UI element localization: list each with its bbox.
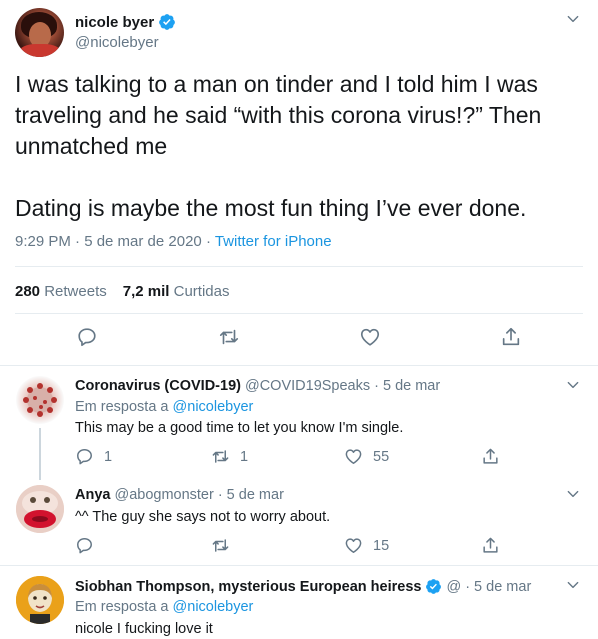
reply-handle[interactable]: @abogmonster (114, 487, 213, 503)
reply-tweet[interactable]: Siobhan Thompson, mysterious European he… (0, 566, 598, 639)
retweet-icon (212, 450, 229, 463)
reply-icon[interactable] (76, 326, 98, 348)
chevron-down-icon[interactable] (566, 578, 580, 592)
retweet-icon[interactable] (218, 326, 240, 348)
like-button[interactable]: 15 (344, 536, 389, 555)
retweets-stat[interactable]: 280 Retweets (15, 283, 107, 300)
reply-date[interactable]: · 5 de mar (218, 487, 284, 503)
reply-display-name[interactable]: Anya (75, 487, 110, 503)
avatar[interactable] (16, 485, 64, 533)
tweet-text: I was talking to a man on tinder and I t… (15, 71, 542, 221)
reply-header: Siobhan Thompson, mysterious European he… (75, 578, 531, 595)
reply-icon (77, 538, 92, 554)
reply-date[interactable]: · 5 de mar (374, 378, 440, 394)
reply-icon (77, 449, 92, 465)
like-icon (345, 449, 362, 464)
reply-handle[interactable]: @COVID19Speaks (245, 378, 370, 394)
chevron-down-icon[interactable] (566, 378, 580, 392)
share-button[interactable] (481, 447, 500, 466)
reply-text: This may be a good time to let you know … (75, 420, 404, 436)
likes-stat[interactable]: 7,2 mil Curtidas (123, 283, 230, 300)
avatar[interactable] (16, 576, 64, 624)
reply-header: Coronavirus (COVID-19) @COVID19Speaks · … (75, 378, 440, 394)
verified-badge-icon (159, 14, 176, 30)
tweet-source[interactable]: Twitter for iPhone (215, 233, 332, 250)
divider (15, 313, 583, 314)
tweet-timestamp: 9:29 PM · 5 de mar de 2020 · Twitter for… (15, 233, 332, 250)
like-icon[interactable] (359, 326, 381, 348)
share-icon[interactable] (500, 326, 522, 348)
main-tweet: nicole byer @nicolebyer I was talking to… (0, 0, 598, 366)
tweet-time[interactable]: 9:29 PM · 5 de mar de 2020 · (15, 233, 215, 250)
reply-actions: 15 (0, 536, 598, 558)
mention-link[interactable]: @nicolebyer (173, 599, 254, 615)
reply-count: 1 (104, 448, 113, 465)
reply-tweet[interactable]: Anya @abogmonster · 5 de mar ^^ The guy … (0, 480, 598, 566)
reply-actions: 1 1 55 (0, 447, 598, 469)
author-handle[interactable]: @nicolebyer (75, 34, 159, 51)
mention-link[interactable]: @nicolebyer (173, 399, 254, 415)
chevron-down-icon[interactable] (566, 12, 580, 26)
like-count: 15 (373, 537, 390, 554)
reply-text: nicole I fucking love it (75, 621, 213, 637)
author-display-name[interactable]: nicole byer (75, 14, 154, 31)
retweet-button[interactable]: 1 (211, 447, 248, 466)
author-name-row[interactable]: nicole byer (75, 13, 176, 31)
reply-handle[interactable]: @ (446, 579, 461, 595)
like-count: 55 (373, 448, 390, 465)
reply-tweet[interactable]: Coronavirus (COVID-19) @COVID19Speaks · … (0, 366, 598, 480)
reply-button[interactable]: 1 (75, 447, 112, 466)
like-icon (345, 538, 362, 553)
reply-text: ^^ The guy she says not to worry about. (75, 509, 331, 525)
share-icon (483, 448, 498, 464)
share-button[interactable] (481, 536, 500, 555)
replying-to: Em resposta a @nicolebyer (75, 399, 254, 415)
replying-to: Em resposta a @nicolebyer (75, 599, 254, 615)
retweet-button[interactable] (211, 536, 240, 555)
reply-date[interactable]: · 5 de mar (465, 579, 531, 595)
tweet-actions (0, 326, 598, 356)
reply-display-name[interactable]: Siobhan Thompson, mysterious European he… (75, 579, 421, 595)
divider (15, 266, 583, 267)
chevron-down-icon[interactable] (566, 487, 580, 501)
tweet-stats: 280 Retweets 7,2 mil Curtidas (15, 283, 229, 300)
reply-display-name[interactable]: Coronavirus (COVID-19) (75, 378, 241, 394)
retweet-icon (212, 539, 229, 552)
share-icon (483, 537, 498, 553)
reply-header: Anya @abogmonster · 5 de mar (75, 487, 284, 503)
avatar[interactable] (16, 376, 64, 424)
avatar[interactable] (15, 8, 64, 57)
verified-badge-icon (426, 579, 442, 594)
retweet-count: 1 (240, 448, 249, 465)
reply-button[interactable] (75, 536, 104, 555)
like-button[interactable]: 55 (344, 447, 389, 466)
